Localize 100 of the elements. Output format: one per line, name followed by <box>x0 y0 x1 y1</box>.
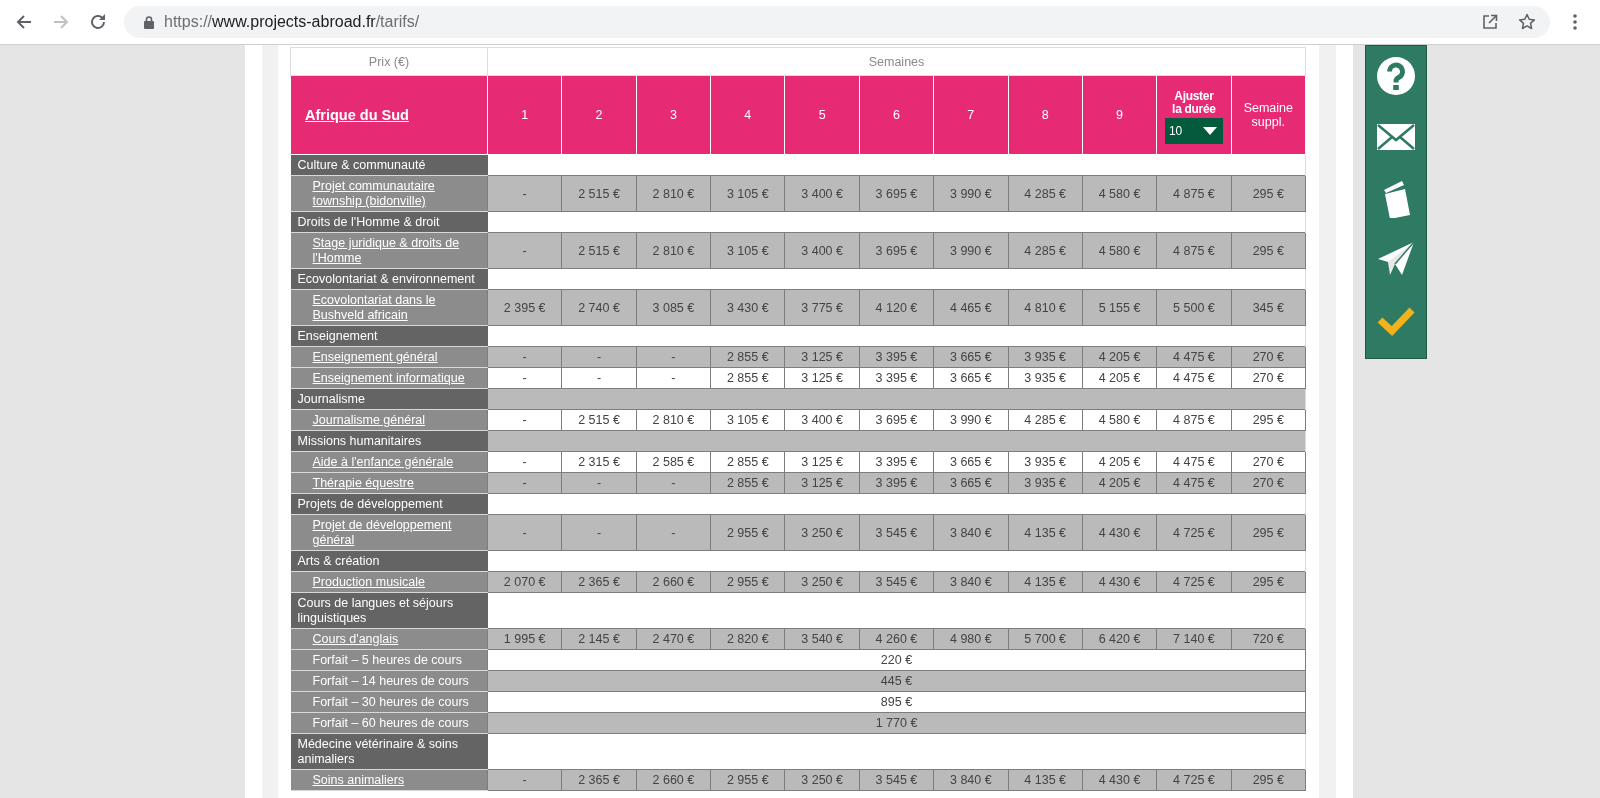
week-header: 2 <box>561 75 637 155</box>
program-link[interactable]: Enseignement général <box>312 350 465 365</box>
week-header: 1 <box>487 75 562 155</box>
price-cell: 3 545 € <box>859 571 934 593</box>
price-cell: 3 545 € <box>859 769 934 791</box>
price-cell: - <box>487 175 562 212</box>
price-cell: 4 875 € <box>1156 232 1232 269</box>
program-link[interactable]: Ecovolontariat dans le Bushveld africain <box>312 293 465 323</box>
duration-dropdown[interactable]: 10 <box>1164 118 1223 144</box>
price-cell: - <box>487 232 562 269</box>
category-cell: Journalisme <box>290 388 488 410</box>
price-cell: 2 855 € <box>710 346 785 368</box>
price-cell: 270 € <box>1231 346 1306 368</box>
price-cell: 3 395 € <box>859 451 934 473</box>
row-header-cell: Forfait – 30 heures de cours <box>290 691 488 713</box>
price-cell: 2 810 € <box>636 175 711 212</box>
url-text: https://www.projects-abroad.fr/tarifs/ <box>164 13 420 31</box>
program-link[interactable]: Journalisme général <box>312 413 465 428</box>
price-cell: 295 € <box>1231 175 1306 212</box>
price-cell: 4 725 € <box>1156 769 1232 791</box>
price-cell: 3 695 € <box>859 175 934 212</box>
price-cell: 4 465 € <box>933 289 1008 326</box>
program-link[interactable]: Thérapie équestre <box>312 476 465 491</box>
price-cell: 4 135 € <box>1008 769 1083 791</box>
price-cell: 295 € <box>1231 571 1306 593</box>
price-cell: 7 140 € <box>1156 628 1232 650</box>
price-cell: 3 540 € <box>784 628 860 650</box>
duration-label: Ajuster la durée <box>1171 90 1217 116</box>
open-in-new-icon[interactable] <box>1482 14 1498 30</box>
price-cell: 4 135 € <box>1008 571 1083 593</box>
category-cell: Missions humanitaires <box>290 430 488 452</box>
price-cell: 4 430 € <box>1082 571 1157 593</box>
country-link[interactable]: Afrique du Sud <box>305 107 409 123</box>
price-cell: - <box>636 514 711 551</box>
program-link[interactable]: Enseignement informatique <box>312 371 465 386</box>
price-cell: 3 840 € <box>933 769 1008 791</box>
price-cell: 295 € <box>1231 514 1306 551</box>
reload-icon[interactable] <box>88 12 108 32</box>
price-cell: 3 105 € <box>710 409 785 431</box>
price-cell: 4 205 € <box>1082 451 1157 473</box>
category-cell: Cours de langues et séjours linguistiques <box>290 592 488 629</box>
price-cell: 4 120 € <box>859 289 934 326</box>
price-cell: - <box>561 514 637 551</box>
price-cell: - <box>487 769 562 791</box>
address-bar[interactable]: https://www.projects-abroad.fr/tarifs/ <box>124 6 1550 38</box>
program-link[interactable]: Projet de développement général <box>312 518 465 548</box>
program-link[interactable]: Stage juridique & droits de l'Homme <box>312 236 465 266</box>
category-cell: Droits de l'Homme & droit <box>290 211 488 233</box>
price-cell: 445 € <box>487 670 1306 692</box>
menu-icon[interactable] <box>1573 14 1577 30</box>
price-cell: 2 855 € <box>710 451 785 473</box>
program-link[interactable]: Production musicale <box>312 575 465 590</box>
price-cell: 1 770 € <box>487 712 1306 734</box>
help-icon[interactable] <box>1376 56 1416 96</box>
price-cell: 3 695 € <box>859 232 934 269</box>
program-link[interactable]: Cours d'anglais <box>312 632 465 647</box>
week-header: 6 <box>859 75 934 155</box>
category-cell: Culture & communauté <box>290 154 488 176</box>
program-link[interactable]: Soins animaliers <box>312 773 465 788</box>
price-cell: - <box>487 367 562 389</box>
price-cell: 345 € <box>1231 289 1306 326</box>
price-cell: 3 935 € <box>1008 346 1083 368</box>
price-cell: 4 260 € <box>859 628 934 650</box>
price-cell: 2 315 € <box>561 451 637 473</box>
week-header: 3 <box>636 75 711 155</box>
price-cell: 4 810 € <box>1008 289 1083 326</box>
program-link[interactable]: Projet communautaire township (bidonville) <box>312 179 465 209</box>
week-header: 5 <box>784 75 860 155</box>
week-header: 8 <box>1008 75 1083 155</box>
column-header: Semaines <box>487 47 1306 76</box>
price-cell: 295 € <box>1231 409 1306 431</box>
price-cell: 2 660 € <box>636 571 711 593</box>
price-cell: 295 € <box>1231 232 1306 269</box>
price-cell: 2 515 € <box>561 409 637 431</box>
price-cell: 3 250 € <box>784 571 860 593</box>
price-cell: 4 285 € <box>1008 175 1083 212</box>
price-cell: 2 810 € <box>636 232 711 269</box>
price-cell: 4 980 € <box>933 628 1008 650</box>
price-cell: 3 400 € <box>784 409 860 431</box>
price-cell: 3 935 € <box>1008 451 1083 473</box>
price-cell: 2 515 € <box>561 175 637 212</box>
price-cell: 2 585 € <box>636 451 711 473</box>
star-icon[interactable] <box>1518 13 1536 31</box>
price-cell: 220 € <box>487 649 1306 671</box>
price-cell: 4 285 € <box>1008 409 1083 431</box>
price-cell: 2 740 € <box>561 289 637 326</box>
week-header: 9 <box>1082 75 1157 155</box>
price-cell: 2 470 € <box>636 628 711 650</box>
price-cell: 4 875 € <box>1156 175 1232 212</box>
price-cell: - <box>487 451 562 473</box>
price-cell: 3 665 € <box>933 346 1008 368</box>
price-cell: 3 400 € <box>784 175 860 212</box>
price-cell: 3 085 € <box>636 289 711 326</box>
row-header-cell: Forfait – 60 heures de cours <box>290 712 488 734</box>
price-cell: - <box>487 514 562 551</box>
program-link[interactable]: Aide à l'enfance générale <box>312 455 465 470</box>
price-cell: 4 580 € <box>1082 232 1157 269</box>
price-cell: 720 € <box>1231 628 1306 650</box>
price-cell: 3 400 € <box>784 232 860 269</box>
price-cell: 2 070 € <box>487 571 562 593</box>
